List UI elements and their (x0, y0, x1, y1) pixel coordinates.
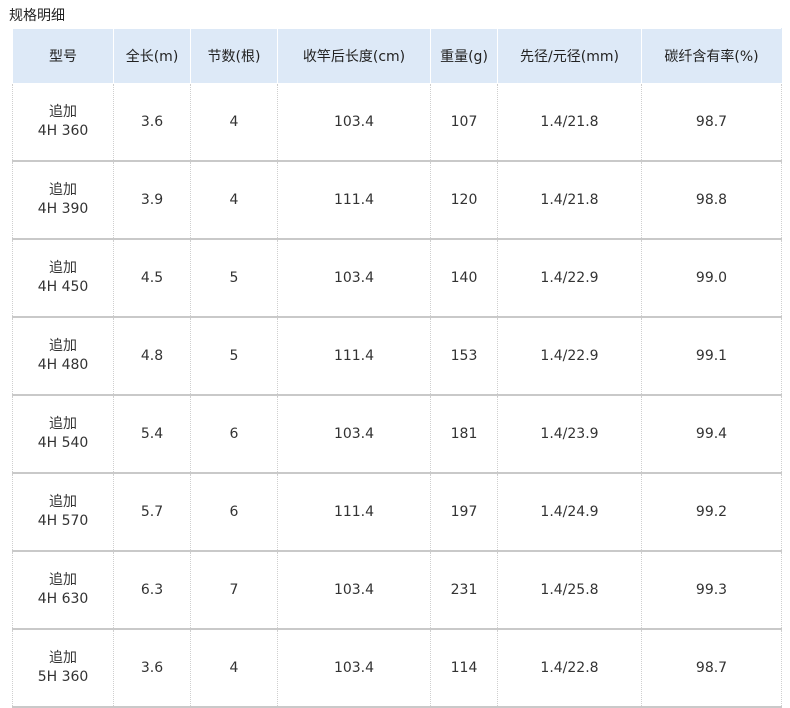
cell-weight: 114 (430, 629, 498, 708)
cell-weight: 231 (430, 551, 498, 630)
cell-carbon: 99.4 (641, 395, 782, 474)
model-code: 4H 570 (37, 513, 89, 529)
cell-model: 追加 4H 570 (12, 473, 114, 552)
header-tip-butt: 先径/元径(mm) (497, 28, 642, 84)
model-name: 追加 (49, 572, 77, 588)
cell-closed-length: 103.4 (277, 239, 431, 318)
cell-closed-length: 103.4 (277, 551, 431, 630)
table-row: 追加 4H 480 4.8 5 111.4 153 1.4/22.9 99.1 (12, 317, 782, 396)
cell-closed-length: 111.4 (277, 473, 431, 552)
cell-sections: 5 (190, 317, 278, 396)
header-model: 型号 (12, 28, 114, 84)
cell-sections: 4 (190, 161, 278, 240)
cell-weight: 153 (430, 317, 498, 396)
header-sections: 节数(根) (190, 28, 278, 84)
cell-sections: 4 (190, 83, 278, 162)
header-weight: 重量(g) (430, 28, 498, 84)
cell-weight: 181 (430, 395, 498, 474)
model-code: 4H 450 (37, 279, 89, 295)
cell-carbon: 98.7 (641, 629, 782, 708)
cell-carbon: 98.8 (641, 161, 782, 240)
table-header-row: 型号 全长(m) 节数(根) 收竿后长度(cm) 重量(g) 先径/元径(mm)… (12, 28, 782, 84)
cell-tip-butt: 1.4/21.8 (497, 161, 642, 240)
model-code: 4H 390 (37, 201, 89, 217)
cell-length: 6.3 (113, 551, 191, 630)
cell-model: 追加 4H 540 (12, 395, 114, 474)
cell-carbon: 99.0 (641, 239, 782, 318)
cell-closed-length: 103.4 (277, 83, 431, 162)
model-name: 追加 (49, 494, 77, 510)
header-closed-length: 收竿后长度(cm) (277, 28, 431, 84)
model-name: 追加 (49, 416, 77, 432)
cell-weight: 197 (430, 473, 498, 552)
model-code: 4H 540 (37, 435, 89, 451)
cell-model: 追加 4H 480 (12, 317, 114, 396)
model-name: 追加 (49, 104, 77, 120)
cell-sections: 6 (190, 473, 278, 552)
cell-sections: 7 (190, 551, 278, 630)
cell-weight: 107 (430, 83, 498, 162)
cell-length: 5.4 (113, 395, 191, 474)
cell-tip-butt: 1.4/25.8 (497, 551, 642, 630)
cell-weight: 140 (430, 239, 498, 318)
cell-tip-butt: 1.4/22.9 (497, 239, 642, 318)
cell-closed-length: 103.4 (277, 395, 431, 474)
model-name: 追加 (49, 650, 77, 666)
cell-model: 追加 4H 390 (12, 161, 114, 240)
table-row: 追加 4H 570 5.7 6 111.4 197 1.4/24.9 99.2 (12, 473, 782, 552)
table-row: 追加 4H 450 4.5 5 103.4 140 1.4/22.9 99.0 (12, 239, 782, 318)
table-row: 追加 4H 630 6.3 7 103.4 231 1.4/25.8 99.3 (12, 551, 782, 630)
cell-sections: 6 (190, 395, 278, 474)
cell-sections: 5 (190, 239, 278, 318)
cell-model: 追加 4H 630 (12, 551, 114, 630)
cell-model: 追加 4H 450 (12, 239, 114, 318)
cell-carbon: 99.2 (641, 473, 782, 552)
cell-length: 3.6 (113, 629, 191, 708)
table-row: 追加 4H 390 3.9 4 111.4 120 1.4/21.8 98.8 (12, 161, 782, 240)
cell-carbon: 99.3 (641, 551, 782, 630)
cell-carbon: 98.7 (641, 83, 782, 162)
cell-tip-butt: 1.4/24.9 (497, 473, 642, 552)
cell-tip-butt: 1.4/22.9 (497, 317, 642, 396)
cell-length: 4.8 (113, 317, 191, 396)
cell-carbon: 99.1 (641, 317, 782, 396)
cell-length: 5.7 (113, 473, 191, 552)
cell-closed-length: 103.4 (277, 629, 431, 708)
cell-model: 追加 5H 360 (12, 629, 114, 708)
page-title: 规格明细 (9, 8, 65, 24)
spec-table: 型号 全长(m) 节数(根) 收竿后长度(cm) 重量(g) 先径/元径(mm)… (12, 28, 782, 708)
model-name: 追加 (49, 182, 77, 198)
cell-tip-butt: 1.4/23.9 (497, 395, 642, 474)
cell-model: 追加 4H 360 (12, 83, 114, 162)
model-name: 追加 (49, 338, 77, 354)
model-name: 追加 (49, 260, 77, 276)
cell-closed-length: 111.4 (277, 161, 431, 240)
model-code: 4H 480 (37, 357, 89, 373)
table-row: 追加 5H 360 3.6 4 103.4 114 1.4/22.8 98.7 (12, 629, 782, 708)
cell-sections: 4 (190, 629, 278, 708)
cell-length: 4.5 (113, 239, 191, 318)
table-row: 追加 4H 360 3.6 4 103.4 107 1.4/21.8 98.7 (12, 83, 782, 162)
cell-closed-length: 111.4 (277, 317, 431, 396)
model-code: 5H 360 (37, 669, 89, 685)
model-code: 4H 360 (37, 123, 89, 139)
cell-weight: 120 (430, 161, 498, 240)
cell-tip-butt: 1.4/21.8 (497, 83, 642, 162)
cell-tip-butt: 1.4/22.8 (497, 629, 642, 708)
table-row: 追加 4H 540 5.4 6 103.4 181 1.4/23.9 99.4 (12, 395, 782, 474)
cell-length: 3.6 (113, 83, 191, 162)
header-length: 全长(m) (113, 28, 191, 84)
header-carbon: 碳纤含有率(%) (641, 28, 782, 84)
cell-length: 3.9 (113, 161, 191, 240)
model-code: 4H 630 (37, 591, 89, 607)
